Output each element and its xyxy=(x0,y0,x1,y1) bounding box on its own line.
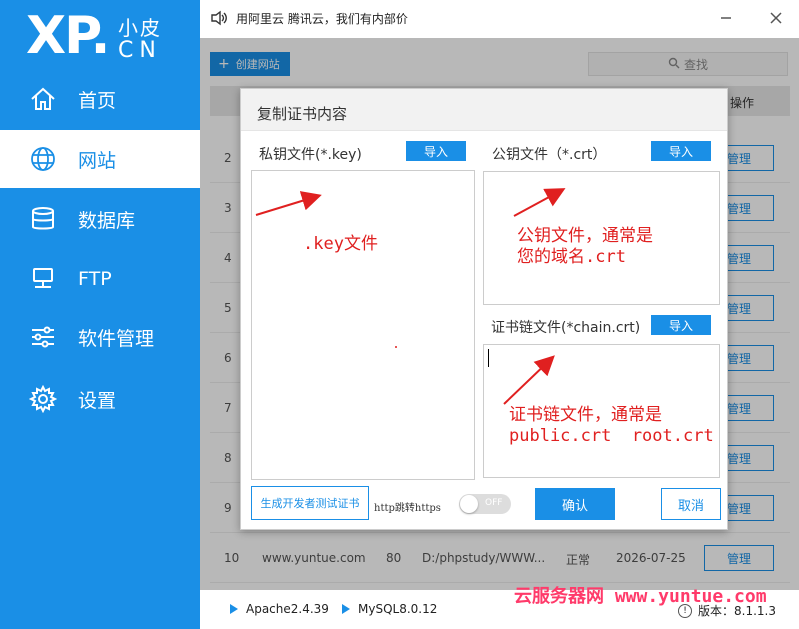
private-key-label: 私钥文件(*.key) xyxy=(259,147,362,163)
generate-dev-cert-button[interactable]: 生成开发者测试证书 xyxy=(251,486,369,520)
sidebar-item-label: 设置 xyxy=(78,389,117,412)
confirm-button[interactable]: 确认 xyxy=(535,488,615,520)
toggle-state: OFF xyxy=(485,498,503,508)
minimize-button[interactable] xyxy=(716,8,736,28)
play-icon xyxy=(342,604,350,614)
sidebar-item-home[interactable]: 首页 xyxy=(0,70,200,128)
watermark-text: 云服务器网 www.yuntue.com xyxy=(514,586,767,607)
logo-cn-bottom: CN xyxy=(118,38,162,63)
database-icon xyxy=(28,204,58,234)
play-icon xyxy=(230,604,238,614)
app-logo: XP. 小皮 CN xyxy=(26,6,196,70)
sidebar: XP. 小皮 CN 首页 网站 数据库 FTP 软件管理 设置 xyxy=(0,0,200,629)
dialog-header: 复制证书内容 xyxy=(241,89,727,131)
cancel-button[interactable]: 取消 xyxy=(661,488,721,520)
close-button[interactable] xyxy=(766,8,786,28)
import-private-key-button[interactable]: 导入 xyxy=(406,141,466,161)
sidebar-item-label: 软件管理 xyxy=(78,327,155,350)
annotation-chain-line1: 证书链文件，通常是 xyxy=(509,405,662,425)
sliders-icon xyxy=(28,322,58,352)
speaker-icon xyxy=(210,10,228,30)
logo-cn-top: 小皮 xyxy=(118,16,162,40)
public-key-label: 公钥文件（*.crt） xyxy=(492,147,607,163)
sidebar-item-ftp[interactable]: FTP xyxy=(0,250,200,308)
promo-notice[interactable]: 用阿里云 腾讯云，我们有内部价 xyxy=(236,10,408,27)
gear-icon xyxy=(28,384,58,414)
annotation-crt-line1: 公钥文件，通常是 xyxy=(517,226,653,246)
toggle-knob xyxy=(460,495,478,513)
sidebar-item-database[interactable]: 数据库 xyxy=(0,190,200,248)
annotation-chain: 证书链文件，通常是 public.crt root.crt xyxy=(509,405,714,447)
sidebar-item-website[interactable]: 网站 xyxy=(0,130,200,188)
http-redirect-label: http跳转https xyxy=(374,503,441,514)
sidebar-item-settings[interactable]: 设置 xyxy=(0,370,200,428)
apache-label: Apache2.4.39 xyxy=(246,602,329,616)
http-redirect-toggle[interactable]: OFF xyxy=(459,494,511,514)
annotation-key: .key文件 xyxy=(303,234,378,255)
annotation-chain-line2: public.crt root.crt xyxy=(509,426,714,446)
logo-text: XP. xyxy=(26,6,110,66)
globe-icon xyxy=(28,144,58,174)
annotation-crt-line2: 您的域名.crt xyxy=(517,247,626,267)
mysql-label: MySQL8.0.12 xyxy=(358,602,438,616)
dialog-title: 复制证书内容 xyxy=(257,105,348,123)
sidebar-item-label: 网站 xyxy=(78,149,117,172)
private-key-textarea[interactable] xyxy=(251,170,475,480)
apache-status[interactable]: Apache2.4.39 xyxy=(230,602,329,616)
home-icon xyxy=(28,84,58,114)
text-caret xyxy=(488,349,489,367)
chain-label: 证书链文件(*chain.crt) xyxy=(491,320,641,336)
import-public-key-button[interactable]: 导入 xyxy=(651,141,711,161)
import-chain-button[interactable]: 导入 xyxy=(651,315,711,335)
annotation-key-text: .key文件 xyxy=(303,234,378,254)
server-icon xyxy=(28,264,58,294)
sidebar-item-label: 数据库 xyxy=(78,209,136,232)
title-bar: 用阿里云 腾讯云，我们有内部价 xyxy=(200,0,799,38)
certificate-dialog: 复制证书内容 私钥文件(*.key) 导入 公钥文件（*.crt） 导入 证书链… xyxy=(240,88,728,530)
mysql-status[interactable]: MySQL8.0.12 xyxy=(342,602,437,616)
sidebar-item-label: 首页 xyxy=(78,89,117,112)
sidebar-item-software[interactable]: 软件管理 xyxy=(0,308,200,366)
sidebar-item-label: FTP xyxy=(78,268,112,290)
annotation-crt: 公钥文件，通常是 您的域名.crt xyxy=(517,226,653,268)
